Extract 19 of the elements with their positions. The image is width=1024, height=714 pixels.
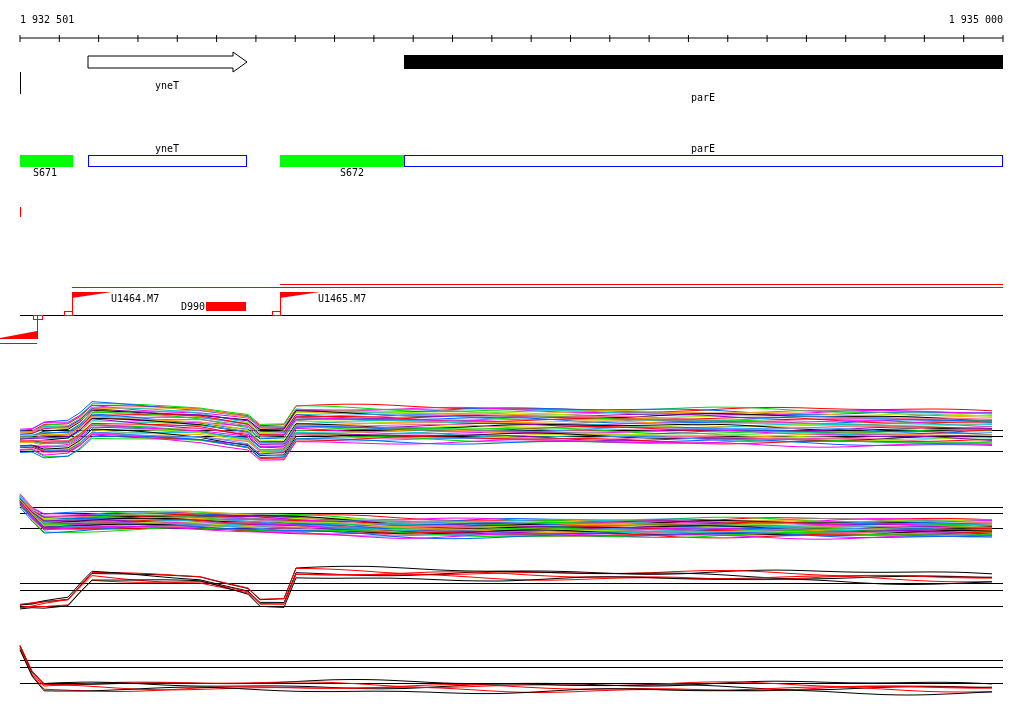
- gene-outline-bar[interactable]: [88, 155, 247, 167]
- promoter-label: U1465.M7: [318, 293, 367, 304]
- terminator-label: D990: [181, 301, 206, 312]
- track-start-mark: [20, 206, 21, 218]
- gene-label: parE: [690, 143, 716, 154]
- promoter-marker[interactable]: [272, 291, 320, 316]
- promoter-marker[interactable]: [64, 291, 112, 316]
- gene-arrow[interactable]: [87, 51, 248, 73]
- promoter-label: U1464.M7: [111, 293, 160, 304]
- partial-promoter-drawing: [0, 314, 43, 344]
- ruler-start-label: 1 932 501: [20, 14, 75, 25]
- track-start-mark: [20, 71, 21, 95]
- gene-label: yneT: [154, 80, 180, 91]
- gene-label: parE: [690, 92, 716, 103]
- gene-outline-bar[interactable]: [404, 155, 1003, 167]
- segment-label: S672: [340, 167, 365, 178]
- ruler-end-label: 1 935 000: [948, 14, 1003, 25]
- segment-label: S671: [33, 167, 58, 178]
- gene-label: yneT: [154, 143, 180, 154]
